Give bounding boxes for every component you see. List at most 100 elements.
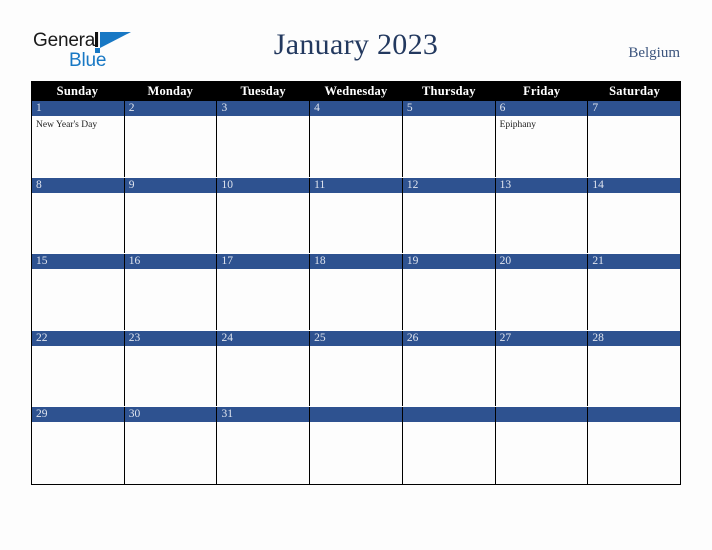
- day-events: [496, 193, 588, 196]
- weekday-header-sunday: Sunday: [56, 84, 99, 98]
- day-number-bar: 14: [588, 177, 681, 193]
- day-number: 8: [36, 178, 42, 191]
- day-number-bar: 26: [402, 330, 495, 346]
- calendar-day-cell[interactable]: 2: [124, 101, 218, 177]
- calendar-day-cell[interactable]: 24: [217, 330, 311, 407]
- day-number: 18: [314, 255, 326, 268]
- day-number-bar: 31: [217, 407, 310, 423]
- day-number-bar: 22: [32, 330, 124, 346]
- calendar-day-cell[interactable]: 29: [32, 407, 125, 484]
- day-number-bar: 29: [32, 407, 124, 423]
- calendar-day-cell[interactable]: 27: [495, 330, 589, 407]
- day-number-bar: [588, 407, 681, 423]
- calendar-day-cell[interactable]: 22: [32, 330, 125, 407]
- day-number: 2: [128, 102, 135, 114]
- calendar-day-cell[interactable]: 17: [217, 254, 311, 330]
- calendar-day-cell[interactable]: 8: [32, 177, 125, 254]
- calendar-day-cell[interactable]: 31: [217, 407, 311, 484]
- day-number-bar: 16: [124, 254, 217, 270]
- calendar-day-cell[interactable]: 23: [124, 330, 218, 407]
- day-number: 31: [221, 408, 233, 421]
- day-number: 10: [221, 178, 233, 191]
- day-number: 21: [592, 255, 604, 268]
- calendar-day-cell[interactable]: 1 New Year's Day: [32, 101, 125, 177]
- calendar-day-cell[interactable]: 4: [310, 101, 403, 177]
- day-events: [125, 193, 217, 196]
- day-events: [588, 422, 680, 425]
- calendar-day-cell[interactable]: 12: [402, 177, 496, 254]
- day-number-bar: 6: [495, 101, 588, 116]
- day-events: [588, 193, 680, 196]
- calendar-day-cell[interactable]: 15: [32, 254, 125, 330]
- day-number-bar: 27: [495, 330, 588, 346]
- day-events: [125, 346, 217, 349]
- calendar-day-cell[interactable]: 30: [124, 407, 218, 484]
- day-number: 4: [314, 102, 320, 114]
- day-number: 7: [592, 102, 599, 114]
- day-number-bar: 23: [124, 330, 217, 346]
- calendar-day-cell[interactable]: 3: [217, 101, 311, 177]
- day-events: [32, 346, 124, 349]
- day-number: 13: [499, 178, 512, 191]
- calendar-day-cell[interactable]: 7: [588, 101, 681, 177]
- calendar-day-cell[interactable]: 11: [310, 177, 403, 254]
- weekday-header-saturday: Saturday: [609, 84, 661, 98]
- calendar-day-cell[interactable]: 14: [588, 177, 681, 254]
- day-number-bar: 20: [495, 254, 588, 270]
- day-events: New Year's Day: [32, 116, 124, 131]
- day-number-bar: 19: [402, 254, 495, 270]
- weekday-header-thursday: Thursday: [422, 84, 476, 98]
- calendar-day-cell[interactable]: 19: [402, 254, 496, 330]
- calendar-day-cell[interactable]: [588, 407, 681, 484]
- day-events: [403, 422, 495, 425]
- day-number: 25: [314, 331, 326, 344]
- day-number-bar: 11: [310, 177, 402, 193]
- day-number-bar: 8: [32, 177, 124, 193]
- day-number: 9: [128, 178, 135, 191]
- calendar-day-cell[interactable]: 13: [495, 177, 589, 254]
- calendar-day-cell[interactable]: 18: [310, 254, 403, 330]
- calendar-day-cell[interactable]: 28: [588, 330, 681, 407]
- calendar-day-cell[interactable]: 5: [402, 101, 496, 177]
- calendar-day-cell[interactable]: [402, 407, 496, 484]
- calendar-day-cell[interactable]: 26: [402, 330, 496, 407]
- country-label: Belgium: [628, 45, 680, 61]
- day-events: [217, 269, 309, 272]
- day-number-bar: 2: [124, 101, 217, 116]
- day-events: [217, 422, 309, 425]
- day-number: 29: [36, 408, 48, 421]
- day-number-bar: [310, 407, 402, 423]
- calendar-day-cell[interactable]: 6 Epiphany: [495, 101, 589, 177]
- day-number-bar: 12: [402, 177, 495, 193]
- day-events: [32, 193, 124, 196]
- calendar-day-cell[interactable]: [495, 407, 589, 484]
- calendar-week-row: 22 23 24 25 26 27 28: [32, 330, 681, 408]
- day-events: [403, 269, 495, 272]
- day-number: 30: [128, 408, 141, 421]
- day-number-bar: 24: [217, 330, 310, 346]
- day-number-bar: 7: [588, 101, 681, 116]
- day-number: 26: [406, 331, 419, 344]
- day-events: [588, 346, 680, 349]
- calendar-day-cell[interactable]: 21: [588, 254, 681, 330]
- day-events: [403, 193, 495, 196]
- weekday-header-monday: Monday: [147, 84, 194, 98]
- day-event-label: Epiphany: [499, 120, 537, 130]
- day-number: 19: [406, 255, 419, 268]
- calendar-day-cell[interactable]: 9: [124, 177, 218, 254]
- calendar-day-cell[interactable]: 25: [310, 330, 403, 407]
- day-events: [217, 193, 309, 196]
- day-number-bar: 3: [217, 101, 310, 116]
- day-events: [125, 422, 217, 425]
- calendar-day-cell[interactable]: 10: [217, 177, 311, 254]
- calendar-day-cell[interactable]: [310, 407, 403, 484]
- day-events: [588, 269, 680, 272]
- calendar-week-row: 8 9 10 11 12 13 14: [32, 177, 681, 255]
- calendar-day-cell[interactable]: 20: [495, 254, 589, 330]
- day-number: 17: [221, 255, 233, 268]
- day-number: 12: [406, 178, 419, 191]
- day-events: [217, 346, 309, 349]
- day-number: 24: [221, 331, 233, 344]
- calendar-day-cell[interactable]: 16: [124, 254, 218, 330]
- day-number: 16: [128, 255, 141, 268]
